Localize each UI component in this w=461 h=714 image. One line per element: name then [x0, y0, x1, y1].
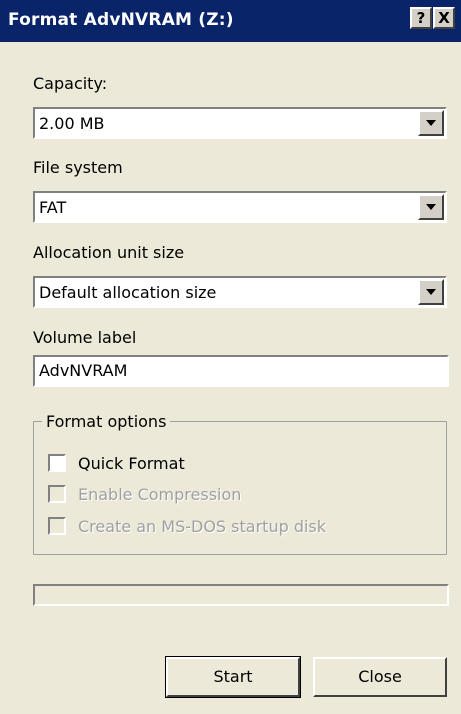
window-title: Format AdvNVRAM (Z:)	[8, 10, 234, 30]
volume-label-input[interactable]	[39, 361, 439, 380]
chevron-down-icon[interactable]	[418, 194, 444, 220]
quick-format-label[interactable]: Quick Format	[78, 454, 185, 473]
format-dialog: Format AdvNVRAM (Z:) ? X Capacity: 2.00 …	[0, 0, 461, 714]
msdos-startup-label: Create an MS-DOS startup disk	[78, 517, 327, 536]
help-icon: ?	[416, 9, 426, 27]
close-icon: X	[438, 9, 450, 27]
start-button[interactable]: Start	[165, 656, 301, 698]
file-system-value: FAT	[39, 198, 67, 217]
file-system-select[interactable]: FAT	[33, 191, 447, 223]
close-window-button[interactable]: X	[433, 7, 455, 29]
chevron-down-icon[interactable]	[418, 110, 444, 136]
volume-label-label: Volume label	[33, 328, 137, 347]
file-system-label: File system	[33, 158, 123, 177]
format-progress-bar	[33, 584, 449, 606]
volume-label-field[interactable]	[33, 355, 449, 387]
format-options-legend: Format options	[42, 412, 171, 431]
title-bar[interactable]: Format AdvNVRAM (Z:) ? X	[0, 0, 461, 42]
msdos-startup-checkbox	[48, 517, 66, 535]
chevron-down-icon[interactable]	[418, 279, 444, 305]
capacity-value: 2.00 MB	[39, 114, 105, 133]
allocation-select[interactable]: Default allocation size	[33, 276, 447, 308]
allocation-value: Default allocation size	[39, 283, 217, 302]
enable-compression-label: Enable Compression	[78, 485, 242, 504]
close-button[interactable]: Close	[313, 657, 447, 697]
capacity-label: Capacity:	[33, 74, 108, 93]
enable-compression-checkbox	[48, 485, 66, 503]
capacity-select[interactable]: 2.00 MB	[33, 107, 447, 139]
help-button[interactable]: ?	[410, 7, 432, 29]
quick-format-checkbox[interactable]	[48, 454, 66, 472]
allocation-label: Allocation unit size	[33, 243, 185, 262]
